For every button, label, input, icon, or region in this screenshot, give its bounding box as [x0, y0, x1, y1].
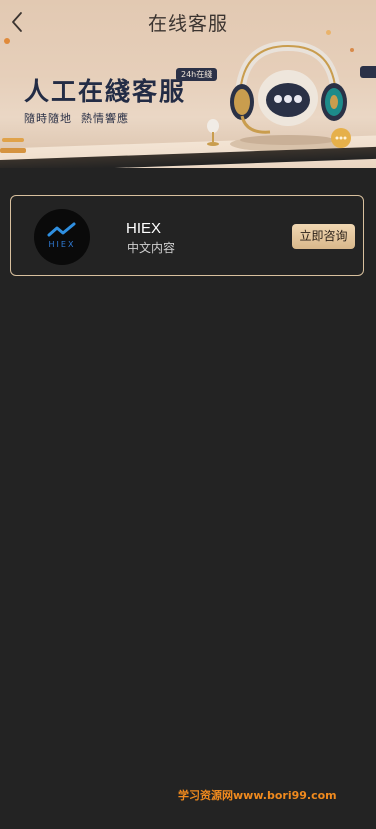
banner-badge: 24h在綫 — [176, 68, 218, 81]
page-title: 在线客服 — [147, 13, 228, 35]
banner-headline: 人工在綫客服 — [24, 77, 187, 106]
decor-dot — [360, 66, 376, 78]
avatar-logo-text: HIEX — [48, 240, 76, 249]
agent-name: HIEX — [126, 220, 162, 237]
customer-service-page: 在线客服 人工在綫客服 24h在綫 隨時隨地 熱情響應 HIEX HIEX 中文… — [0, 0, 376, 829]
hiex-logo-icon — [47, 222, 76, 237]
consult-now-button[interactable]: 立即咨询 — [292, 224, 355, 249]
agent-description: 中文内容 — [127, 241, 176, 255]
decor-dot — [4, 38, 10, 44]
microphone-icon — [207, 119, 219, 146]
avatar: HIEX — [34, 209, 90, 265]
banner: 在线客服 人工在綫客服 24h在綫 隨時隨地 熱情響應 — [0, 0, 376, 168]
agent-card: HIEX HIEX 中文内容 立即咨询 — [10, 195, 364, 276]
watermark: 学习资源网www.bori99.com — [178, 789, 337, 802]
stage-left-icon — [0, 138, 26, 153]
banner-subtitle: 隨時隨地 熱情響應 — [24, 112, 129, 125]
decor-dot — [350, 48, 354, 52]
